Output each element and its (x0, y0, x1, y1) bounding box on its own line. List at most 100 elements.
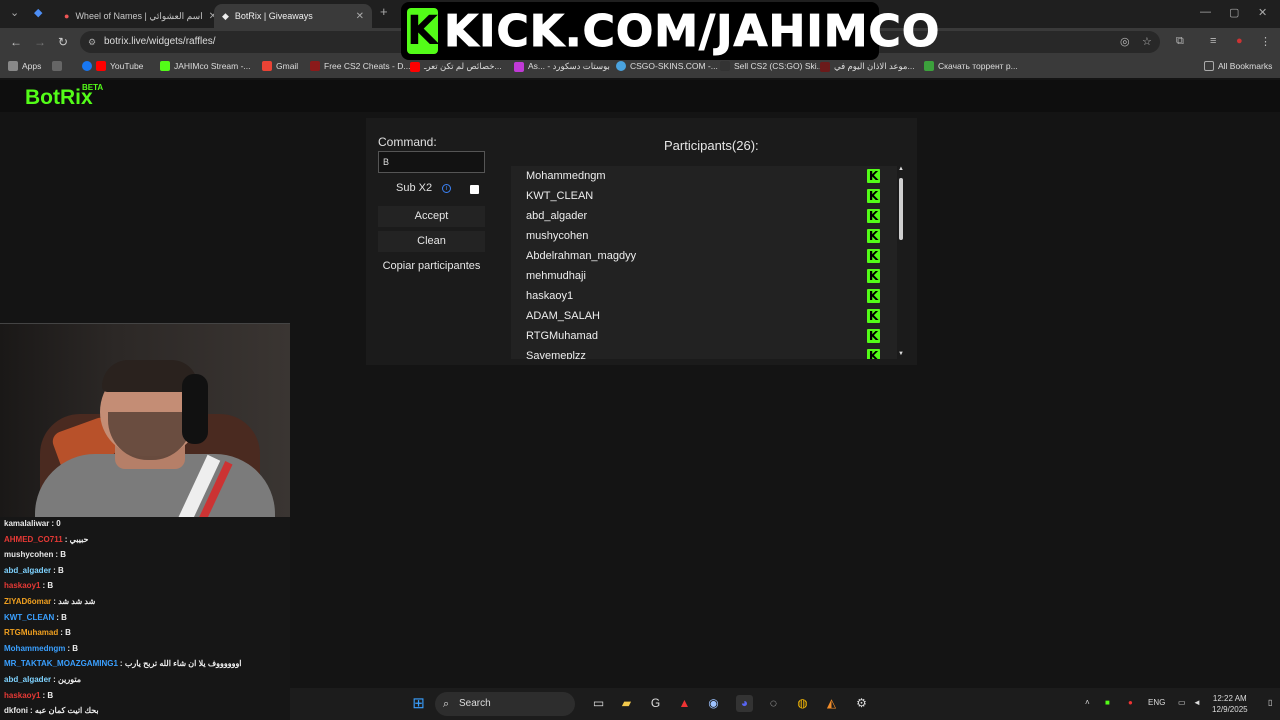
chat-username[interactable]: abd_algader (4, 675, 51, 684)
bookmark-torrent[interactable]: Скачать торрент р... (924, 61, 1018, 71)
eye-off-icon[interactable]: ◎ (1120, 35, 1130, 48)
settings-icon[interactable]: ⚙ (853, 695, 870, 712)
taskbar-search[interactable]: ⌕ Search (435, 692, 575, 716)
chat-username[interactable]: kamalaliwar (4, 519, 49, 528)
scroll-thumb[interactable] (899, 178, 903, 240)
windows-start-icon[interactable]: ⊞ (410, 695, 427, 712)
chat-username[interactable]: abd_algader (4, 566, 51, 575)
back-icon[interactable]: ← (10, 35, 22, 49)
botrix-logo[interactable]: BotRix BETA (25, 83, 103, 110)
participant-row[interactable]: abd_algader K (511, 206, 897, 226)
chat-username[interactable]: haskaoy1 (4, 691, 40, 700)
bookmark-youtube[interactable]: YouTube (82, 61, 143, 71)
maximize-icon[interactable]: ▢ (1229, 6, 1239, 19)
info-icon[interactable]: i (442, 183, 452, 193)
kick-icon: K (867, 289, 880, 303)
star-icon[interactable]: ☆ (1142, 35, 1152, 48)
scroll-down-icon[interactable]: ▼ (898, 351, 904, 357)
language-indicator[interactable]: ENG (1148, 698, 1165, 707)
accept-button[interactable]: Accept (378, 206, 485, 227)
globe-icon (616, 61, 626, 71)
bookmark-jahimco[interactable]: JAHIMco Stream -... (160, 61, 251, 71)
volume-icon[interactable]: ◄ (1193, 698, 1201, 707)
bookmark-gmail[interactable]: Gmail (262, 61, 298, 71)
chat-username[interactable]: RTGMuhamad (4, 628, 58, 637)
chat-username[interactable]: ZIYAD6omar (4, 597, 51, 606)
clock[interactable]: 12:22 AM 12/9/2025 (1212, 693, 1248, 715)
bookmark-cs2-cheats[interactable]: Free CS2 Cheats - D... (310, 61, 410, 71)
participant-row[interactable]: KWT_CLEAN K (511, 186, 897, 206)
minimize-icon[interactable]: — (1200, 6, 1211, 18)
close-window-icon[interactable]: ✕ (1258, 6, 1267, 19)
menu-icon[interactable]: ⋮ (1260, 35, 1271, 48)
app-red-icon[interactable]: ▲ (676, 695, 693, 712)
bookmark-all[interactable]: All Bookmarks (1204, 61, 1272, 71)
bookmark-discord-posts[interactable]: As... - بوستات دسكورد (514, 61, 610, 72)
media-icon[interactable]: ≡ (1210, 35, 1216, 47)
g-hub-icon[interactable]: G (647, 695, 664, 712)
participant-row[interactable]: Savemeplzz K (511, 346, 897, 359)
file-explorer-icon[interactable]: ▰ (618, 695, 635, 712)
chat-username[interactable]: MR_TAKTAK_MOAZGAMING1 (4, 659, 118, 668)
chat-text: : B (42, 690, 54, 700)
tray-chevron-icon[interactable]: ˄ (1085, 698, 1090, 707)
participant-row[interactable]: haskaoy1 K (511, 286, 897, 306)
bookmark-prayer-times[interactable]: موعد الاذان اليوم في... (820, 61, 915, 72)
participants-scrollbar[interactable]: ▲ ▼ (897, 166, 905, 359)
chat-username[interactable]: mushycohen (4, 550, 53, 559)
steam-icon[interactable]: ◉ (705, 695, 722, 712)
network-icon[interactable]: ▭ (1178, 698, 1186, 707)
task-view-icon[interactable]: ▭ (590, 695, 607, 712)
chat-message: ZIYAD6omar : شد شد شد (4, 597, 95, 606)
participant-row[interactable]: Mohammedngm K (511, 166, 897, 186)
participant-row[interactable]: RTGMuhamad K (511, 326, 897, 346)
chat-username[interactable]: haskaoy1 (4, 581, 40, 590)
bookmark-sell-cs2[interactable]: Sell CS2 (CS:GO) Ski... (720, 61, 824, 71)
tab-list-icon[interactable]: ⌄ (10, 6, 19, 19)
chat-username[interactable]: KWT_CLEAN (4, 613, 54, 622)
reload-icon[interactable]: ↻ (58, 35, 68, 49)
chat-message: haskaoy1 : B (4, 691, 53, 700)
chat-username[interactable]: AHMED_CO711 (4, 535, 63, 544)
chat-username[interactable]: dkfoni (4, 706, 28, 715)
participant-row[interactable]: Abdelrahman_magdyy K (511, 246, 897, 266)
kick-icon: K (867, 349, 880, 359)
discord-icon[interactable]: ◕ (736, 695, 753, 712)
app-orange-icon[interactable]: ◭ (823, 695, 840, 712)
gmail-icon (262, 61, 272, 71)
tab-label: Wheel of Names | اسم العشوائي (75, 10, 203, 21)
participant-row[interactable]: ADAM_SALAH K (511, 306, 897, 326)
tray-app-icon[interactable]: ■ (1105, 698, 1110, 707)
apps-icon (8, 61, 18, 71)
site-info-icon[interactable]: ⚙ (88, 31, 96, 53)
chat-text: : بحك اتيت كمان عبه (30, 706, 99, 716)
tab-wheel-of-names[interactable]: ● Wheel of Names | اسم العشوائي ✕ (56, 4, 214, 28)
new-tab-icon[interactable]: + (380, 4, 388, 19)
headset (182, 374, 208, 444)
chat-username[interactable]: Mohammedngm (4, 644, 65, 653)
bookmark-arabic-1[interactable]: خصائص لم تكن تعرـ... (410, 61, 502, 72)
command-input[interactable]: B (378, 151, 485, 173)
participant-row[interactable]: mushycohen K (511, 226, 897, 246)
participant-row[interactable]: mehmudhaji K (511, 266, 897, 286)
taskbar: ⊞ ⌕ Search ▭ ▰ G ▲ ◉ ◕ ◌ ◍ ◭ ⚙ ˄ ■ ● ENG… (290, 688, 1280, 720)
chrome-icon[interactable]: ◍ (794, 695, 811, 712)
notifications-icon[interactable]: ▯ (1268, 698, 1272, 707)
app-circle-icon[interactable]: ◌ (765, 695, 782, 712)
forward-icon[interactable]: → (34, 35, 46, 49)
clean-button[interactable]: Clean (378, 231, 485, 252)
sub-x2-checkbox[interactable] (470, 185, 479, 194)
bookmark-csgo-skins[interactable]: CSGO-SKINS.COM -... (616, 61, 718, 71)
scroll-up-icon[interactable]: ▲ (898, 166, 904, 172)
copy-participants-button[interactable]: Copiar participantes (378, 256, 485, 277)
microphone-icon[interactable]: ● (1128, 698, 1133, 707)
extensions-icon[interactable]: ⧉ (1176, 35, 1184, 48)
close-icon[interactable]: ✕ (356, 11, 364, 22)
chat-message: abd_algader : متورين (4, 675, 81, 684)
cheats-icon (310, 61, 320, 71)
folder-icon (1204, 61, 1214, 71)
profile-avatar[interactable]: ● (1236, 35, 1243, 47)
grid-icon[interactable] (52, 61, 62, 71)
bookmark-apps[interactable]: Apps (8, 61, 41, 71)
tab-botrix[interactable]: ◆ BotRix | Giveaways ✕ (214, 4, 372, 28)
